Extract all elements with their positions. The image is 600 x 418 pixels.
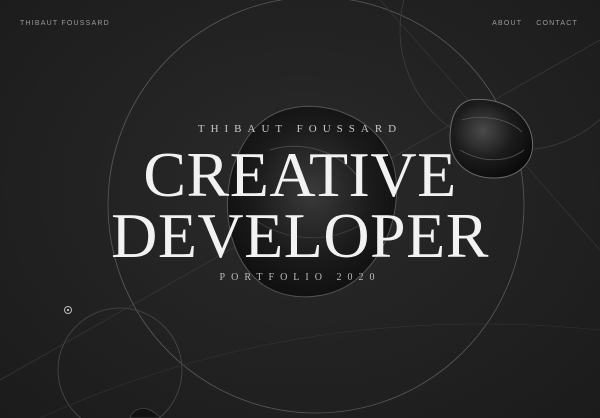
main-nav: ABOUT CONTACT [492,20,578,27]
nav-link-contact[interactable]: CONTACT [536,20,578,27]
hero-title-line-1: CREATIVE [143,139,457,210]
hero-title-line-2: DEVELOPER [111,200,489,271]
brand-logo[interactable]: THIBAUT FOUSSARD [20,20,110,27]
orbit-arc [39,323,600,418]
corner-blob [129,408,161,418]
orbit-ring-bottomleft [57,307,183,418]
hero-subtitle: PORTFOLIO 2020 [219,272,381,283]
page: THIBAUT FOUSSARD ABOUT CONTACT THIBAUT F… [0,0,600,418]
cursor-indicator [64,306,72,314]
nav-link-about[interactable]: ABOUT [492,20,522,27]
hero-eyebrow: THIBAUT FOUSSARD [197,123,403,135]
